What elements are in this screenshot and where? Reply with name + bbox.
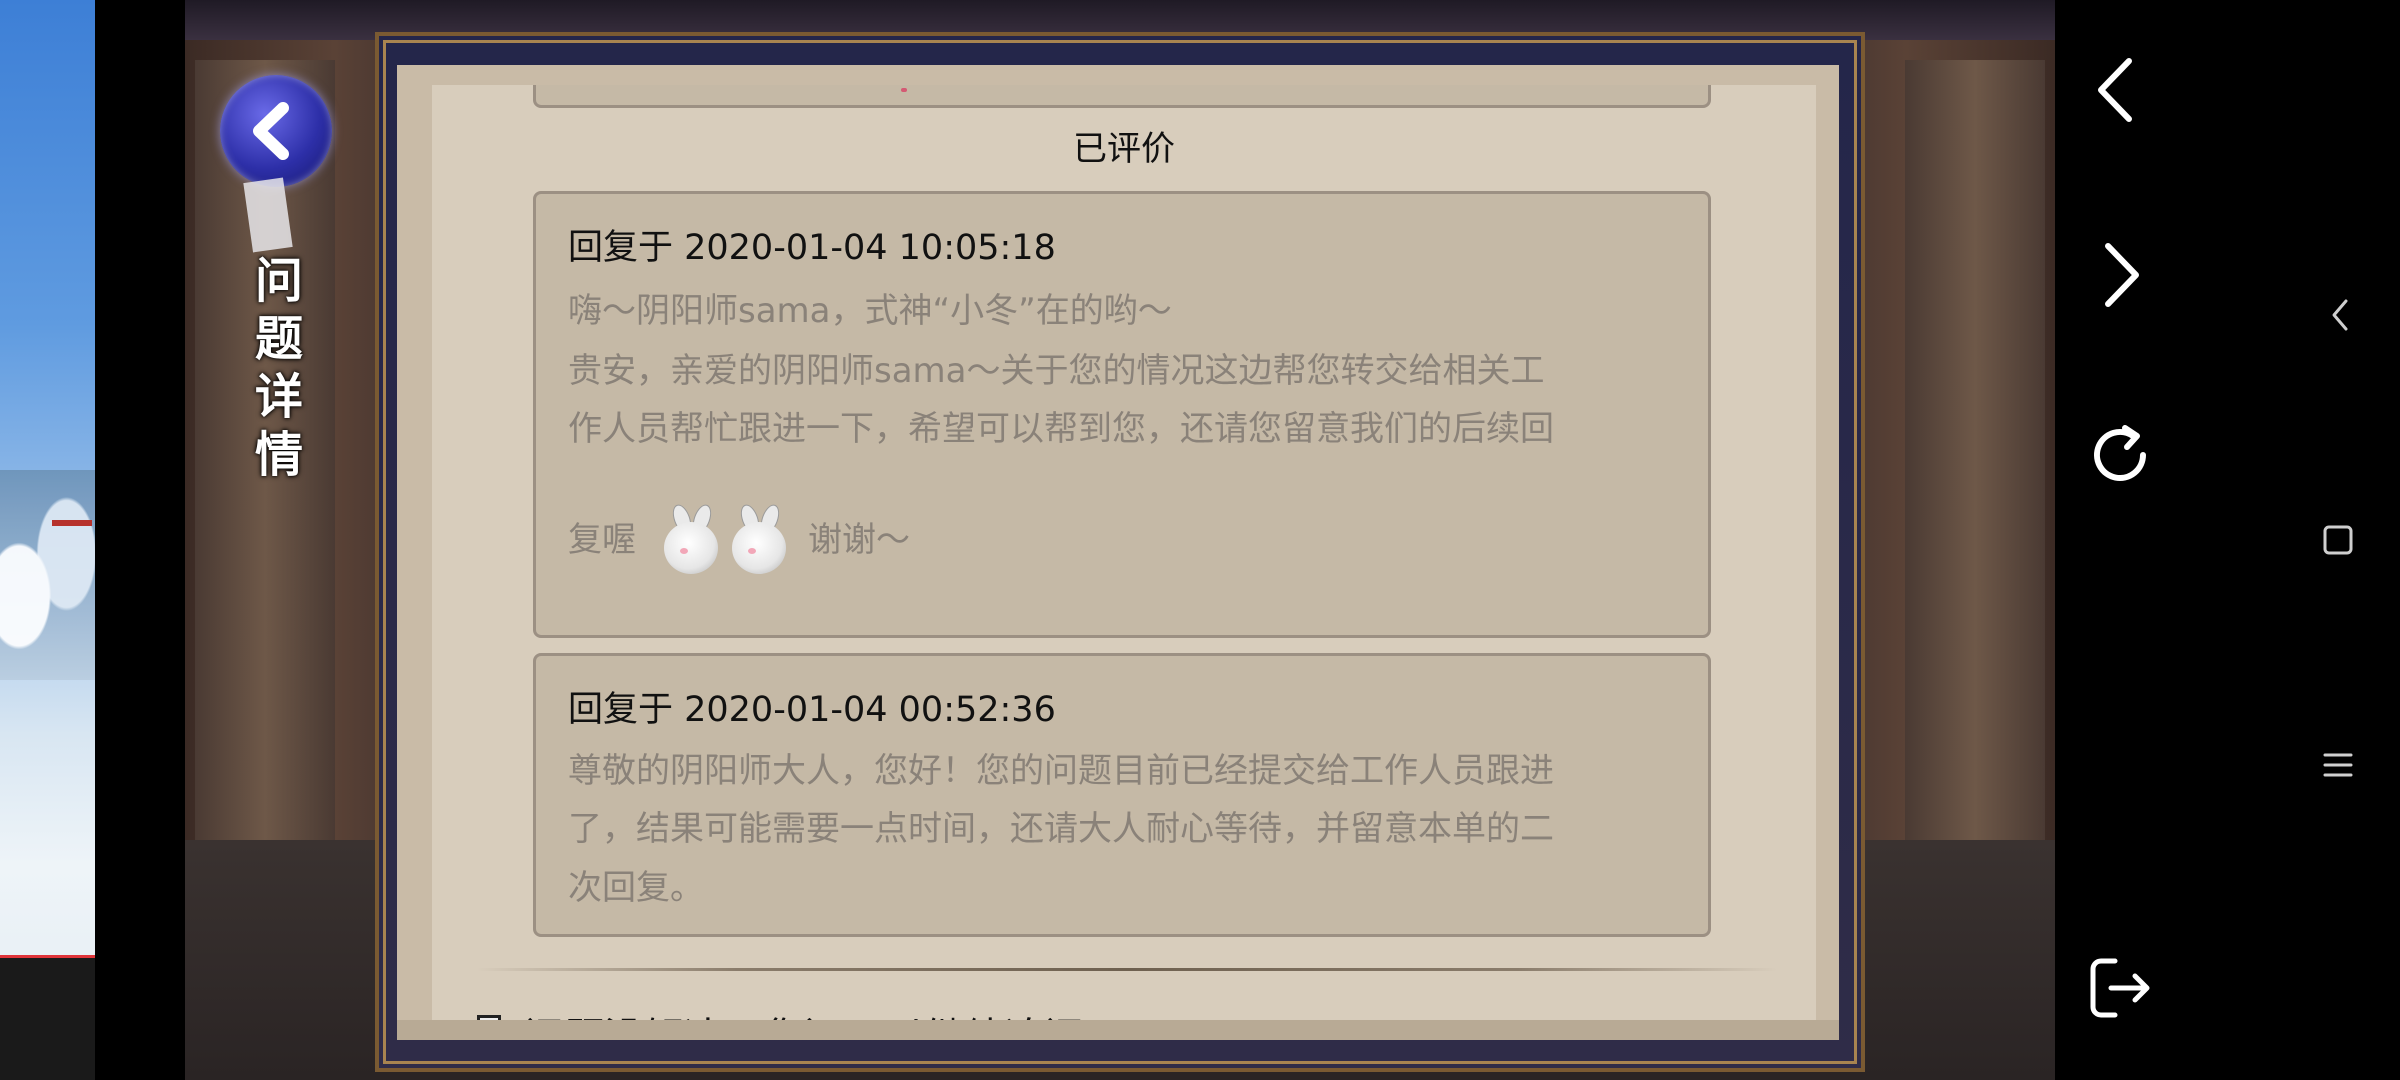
reply-text-line: 作人员帮忙跟进一下，希望可以帮到您，还请您留意我们的后续回 xyxy=(568,409,1554,449)
chevron-left-icon[interactable] xyxy=(2085,50,2145,130)
back-triangle-icon[interactable] xyxy=(2320,295,2360,335)
refresh-icon[interactable] xyxy=(2080,415,2160,495)
reply-text-line: 尊敬的阴阳师大人，您好！您的问题目前已经提交给工作人员跟进 xyxy=(568,751,1554,791)
back-button[interactable] xyxy=(220,75,332,187)
reply-text-line: 嗨～阴阳师sama，式神“小冬”在的哟～ xyxy=(568,291,1172,331)
reply-card: 回复于 2020-01-04 10:05:18 嗨～阴阳师sama，式神“小冬”… xyxy=(533,191,1711,638)
reply-text-fragment: 复喔 xyxy=(568,520,636,560)
panel-paper-edge xyxy=(397,1020,1839,1040)
reply-text-fragment: 谢谢～ xyxy=(808,520,910,560)
reply-card: 回复于 2020-01-04 00:52:36 尊敬的阴阳师大人，您好！您的问题… xyxy=(533,653,1711,937)
section-divider xyxy=(477,968,1777,971)
reply-text-line: 次回复。 xyxy=(568,868,704,908)
previous-card-edge xyxy=(533,85,1711,108)
reply-timestamp: 回复于 2020-01-04 10:05:18 xyxy=(568,228,1056,268)
home-square-icon[interactable] xyxy=(2318,520,2358,560)
follow-up-prompt[interactable]: 问题没解决？您还可以继续追问 xyxy=(524,1005,1084,1020)
chevron-right-icon[interactable] xyxy=(2092,235,2152,315)
reply-text-line: 复喔 谢谢～ xyxy=(568,502,1678,576)
back-arrow-icon xyxy=(253,102,289,160)
background-game-preview xyxy=(0,0,95,1080)
screen-gap xyxy=(95,0,185,1080)
follow-up-checkbox[interactable] xyxy=(477,1015,501,1020)
menu-lines-icon[interactable] xyxy=(2318,745,2358,785)
bunny-emoji-icon xyxy=(658,502,794,576)
reply-text-line: 贵安，亲爱的阴阳师sama～关于您的情况这边帮您转交给相关工 xyxy=(568,351,1545,391)
reply-timestamp: 回复于 2020-01-04 00:52:36 xyxy=(568,690,1056,730)
question-detail-content[interactable]: 已评价 回复于 2020-01-04 10:05:18 嗨～阴阳师sama，式神… xyxy=(432,85,1816,1020)
reply-text-line: 了，结果可能需要一点时间，还请大人耐心等待，并留意本单的二 xyxy=(568,809,1554,849)
exit-icon[interactable] xyxy=(2080,948,2160,1028)
rated-status-label: 已评价 xyxy=(1073,129,1175,169)
page-title: 问题详情 xyxy=(254,253,303,483)
